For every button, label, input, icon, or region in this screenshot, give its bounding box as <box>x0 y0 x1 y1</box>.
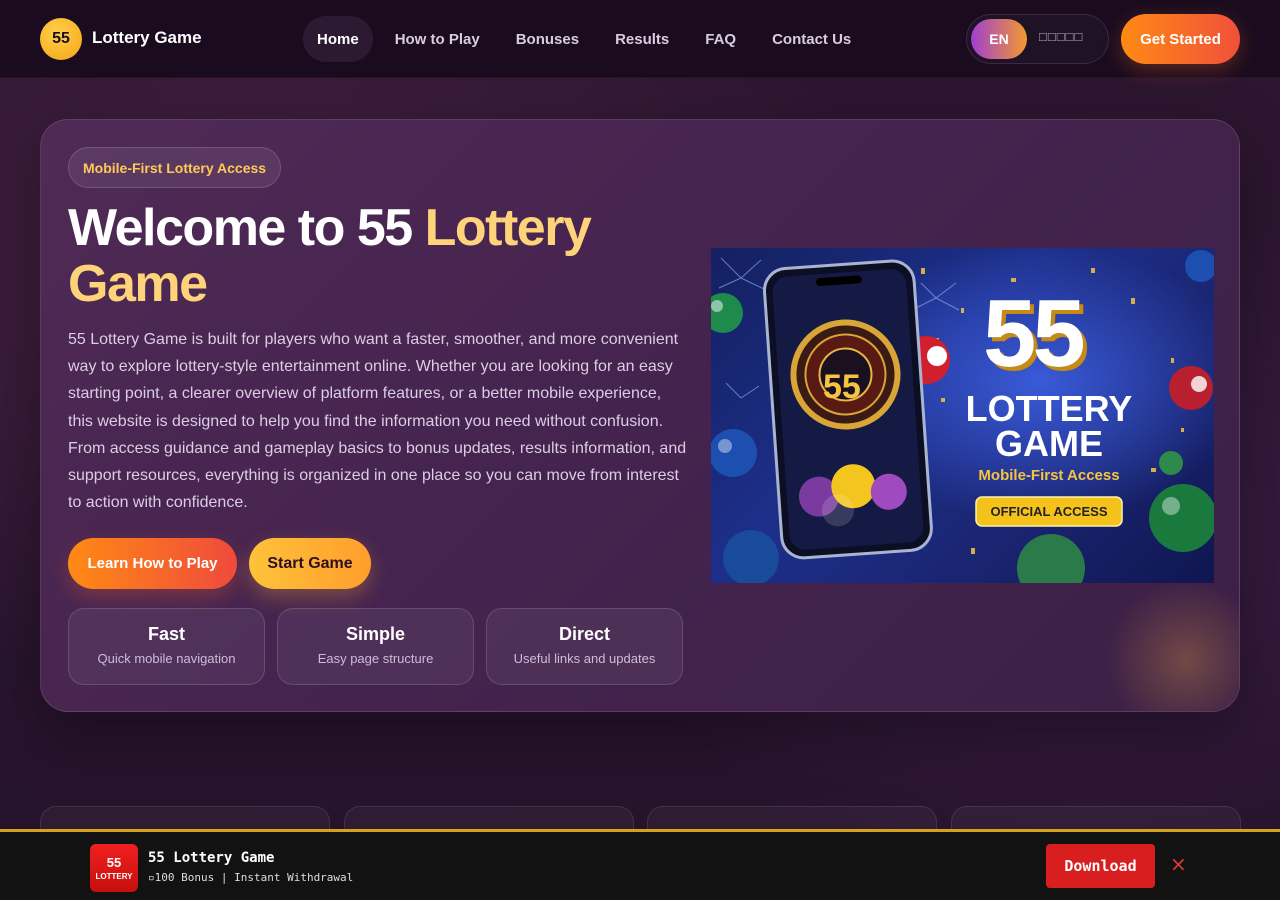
hero-title-part1: Welcome to 55 <box>68 199 425 257</box>
banner-line2: GAME <box>995 423 1103 464</box>
nav-contact-us[interactable]: Contact Us <box>758 16 865 62</box>
nav-how-to-play[interactable]: How to Play <box>381 16 494 62</box>
nav-home[interactable]: Home <box>303 16 373 62</box>
language-switcher: EN □□□□□ <box>966 14 1109 64</box>
nav-bonuses[interactable]: Bonuses <box>502 16 593 62</box>
phone-wheel-number: 55 <box>823 368 861 406</box>
feature-desc: Easy page structure <box>317 651 434 666</box>
hero-card: Mobile-First Lottery Access Welcome to 5… <box>40 119 1240 712</box>
lang-en-button[interactable]: EN <box>971 19 1027 59</box>
hero-banner-image: 55 LOTTERY GAME Mobile-First Access OFFI… <box>711 248 1214 583</box>
nav-results[interactable]: Results <box>601 16 683 62</box>
app-subtitle: ▫100 Bonus | Instant Withdrawal <box>148 871 354 884</box>
logo-badge[interactable]: 55 <box>40 18 82 60</box>
app-title: 55 Lottery Game <box>148 850 275 866</box>
nav-faq[interactable]: FAQ <box>691 16 750 62</box>
close-icon[interactable]: × <box>1170 852 1187 876</box>
brand-name[interactable]: Lottery Game <box>92 28 202 48</box>
download-bar: 55 LOTTERY 55 Lottery Game ▫100 Bonus | … <box>0 829 1280 900</box>
banner-official-access-button: OFFICIAL ACCESS <box>990 504 1108 519</box>
site-header: 55 Lottery Game Home How to Play Bonuses… <box>0 0 1280 78</box>
feature-card-fast: Fast Quick mobile navigation <box>68 608 265 685</box>
hero-description: 55 Lottery Game is built for players who… <box>68 331 687 512</box>
app-logo-number: 55 <box>106 855 122 870</box>
app-logo-text: LOTTERY <box>95 872 133 881</box>
hero-badge: Mobile-First Lottery Access <box>68 147 282 188</box>
learn-how-to-play-button[interactable]: Learn How to Play <box>68 538 237 589</box>
get-started-button[interactable]: Get Started <box>1121 14 1240 64</box>
feature-card-direct: Direct Useful links and updates <box>486 608 683 685</box>
start-game-button[interactable]: Start Game <box>249 538 371 589</box>
banner-tagline: Mobile-First Access <box>978 467 1120 484</box>
lang-other-button[interactable]: □□□□□ <box>1039 29 1083 44</box>
feature-desc: Useful links and updates <box>513 651 656 666</box>
feature-title: Direct <box>558 624 611 644</box>
app-logo: 55 LOTTERY <box>90 844 138 892</box>
main-nav: Home How to Play Bonuses Results FAQ Con… <box>303 16 873 62</box>
feature-card-simple: Simple Easy page structure <box>277 608 474 685</box>
hero-title: Welcome to 55 Lottery Game <box>68 200 668 312</box>
download-button[interactable]: Download <box>1046 844 1155 888</box>
hero-glow <box>1106 580 1239 711</box>
feature-title: Simple <box>345 624 406 644</box>
feature-title: Fast <box>147 624 185 644</box>
banner-big-number: 55 <box>983 280 1086 387</box>
feature-desc: Quick mobile navigation <box>97 651 236 666</box>
